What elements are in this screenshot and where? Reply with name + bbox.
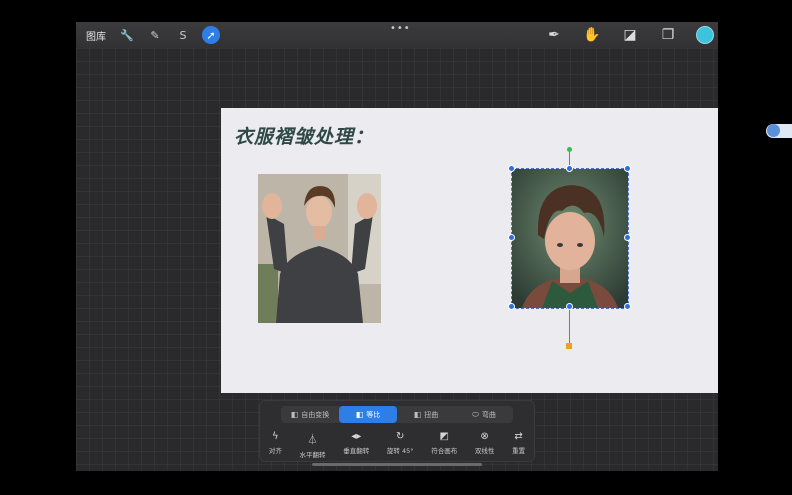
- flip-vertical-icon: ◂▸: [351, 431, 362, 442]
- resize-handle-right[interactable]: [624, 234, 631, 241]
- more-options-dots[interactable]: •••: [390, 23, 411, 34]
- fit-to-canvas-label: 符合画布: [431, 447, 458, 455]
- mode-distort-label: 扭曲: [424, 410, 439, 419]
- distort-icon: ◧: [413, 410, 422, 419]
- side-slider-knob[interactable]: [767, 124, 780, 137]
- mode-uniform[interactable]: ◧ 等比: [339, 406, 397, 423]
- snapping-icon: ϟ: [272, 431, 279, 442]
- resize-handle-bottom[interactable]: [566, 303, 573, 310]
- pivot-handle[interactable]: [566, 343, 572, 349]
- interpolation-icon: ⊗: [480, 431, 489, 442]
- mode-uniform-label: 等比: [366, 410, 381, 419]
- resize-handle-bottom-right[interactable]: [624, 303, 631, 310]
- top-left-tools: 图库 🔧 ✎ S ➚: [86, 26, 220, 44]
- brush-icon[interactable]: ✒: [544, 27, 564, 43]
- mode-freeform[interactable]: ◧ 自由变换: [281, 406, 339, 423]
- mode-warp[interactable]: ⬭ 弯曲: [455, 406, 513, 423]
- mode-warp-label: 弯曲: [481, 410, 496, 419]
- uniform-icon: ◧: [355, 410, 364, 419]
- boy-sweater-photo: [258, 174, 381, 323]
- color-picker-swatch[interactable]: [696, 26, 714, 44]
- fit-to-canvas-button[interactable]: ◩ 符合画布: [431, 431, 457, 459]
- flip-vertical-button[interactable]: ◂▸ 垂直翻转: [343, 431, 369, 459]
- gallery-button[interactable]: 图库: [86, 28, 106, 43]
- resize-handle-top-left[interactable]: [508, 165, 515, 172]
- resize-handle-top[interactable]: [566, 165, 573, 172]
- flip-vertical-label: 垂直翻转: [343, 447, 370, 455]
- transform-toolbar: ◧ 自由变换 ◧ 等比 ◧ 扭曲 ⬭ 弯曲 ϟ 对齐 ⏃ 水平翻转 ◂▸ 垂直翻…: [259, 400, 535, 462]
- snapping-label: 对齐: [268, 447, 282, 455]
- home-indicator: [312, 463, 482, 466]
- rotate-icon: ↻: [396, 431, 405, 442]
- side-slider-tab[interactable]: [766, 124, 792, 138]
- top-toolbar: 图库 🔧 ✎ S ➚ ••• ✒ ✋ ◪ ❐: [76, 22, 718, 48]
- magic-wand-icon[interactable]: ✎: [148, 29, 162, 42]
- pivot-handle-line: [569, 308, 570, 344]
- transform-arrow-icon[interactable]: ➚: [202, 26, 220, 44]
- top-right-tools: ✒ ✋ ◪ ❐: [544, 25, 714, 45]
- portrait-image: [512, 169, 628, 308]
- bilinear-button[interactable]: ⊗ 双线性: [475, 431, 495, 459]
- smudge-icon[interactable]: ✋: [582, 27, 602, 43]
- fit-canvas-icon: ◩: [439, 431, 449, 442]
- transform-mode-selector: ◧ 自由变换 ◧ 等比 ◧ 扭曲 ⬭ 弯曲: [281, 406, 513, 423]
- bilinear-label: 双线性: [474, 447, 495, 455]
- rotate-45-button[interactable]: ↻ 旋转 45°: [387, 431, 414, 459]
- flip-horizontal-icon: ⏃: [307, 435, 318, 446]
- flip-horizontal-label: 水平翻转: [299, 451, 326, 459]
- reset-label: 重置: [512, 447, 526, 455]
- transform-actions: ϟ 对齐 ⏃ 水平翻转 ◂▸ 垂直翻转 ↻ 旋转 45° ◩ 符合画布 ⊗ 双线…: [260, 431, 534, 459]
- warp-icon: ⬭: [472, 409, 479, 419]
- selection-s-icon[interactable]: S: [176, 29, 190, 42]
- wrench-icon[interactable]: 🔧: [120, 29, 134, 42]
- reset-button[interactable]: ⇄ 重置: [512, 431, 525, 459]
- selected-portrait-photo[interactable]: [511, 168, 629, 309]
- rotation-handle[interactable]: [567, 147, 572, 152]
- resize-handle-left[interactable]: [508, 234, 515, 241]
- canvas-heading: 衣服褶皱处理：: [234, 126, 375, 148]
- reset-icon: ⇄: [514, 431, 523, 442]
- mode-distort[interactable]: ◧ 扭曲: [397, 406, 455, 423]
- rotate-45-label: 旋转 45°: [386, 447, 414, 455]
- resize-handle-bottom-left[interactable]: [508, 303, 515, 310]
- drawing-canvas[interactable]: 衣服褶皱处理：: [221, 108, 718, 393]
- eraser-icon[interactable]: ◪: [620, 27, 640, 43]
- mode-freeform-label: 自由变换: [301, 410, 330, 419]
- resize-handle-top-right[interactable]: [624, 165, 631, 172]
- layers-icon[interactable]: ❐: [658, 27, 678, 43]
- flip-horizontal-button[interactable]: ⏃ 水平翻转: [300, 431, 326, 459]
- snapping-button[interactable]: ϟ 对齐: [269, 431, 282, 459]
- freeform-icon: ◧: [290, 410, 299, 419]
